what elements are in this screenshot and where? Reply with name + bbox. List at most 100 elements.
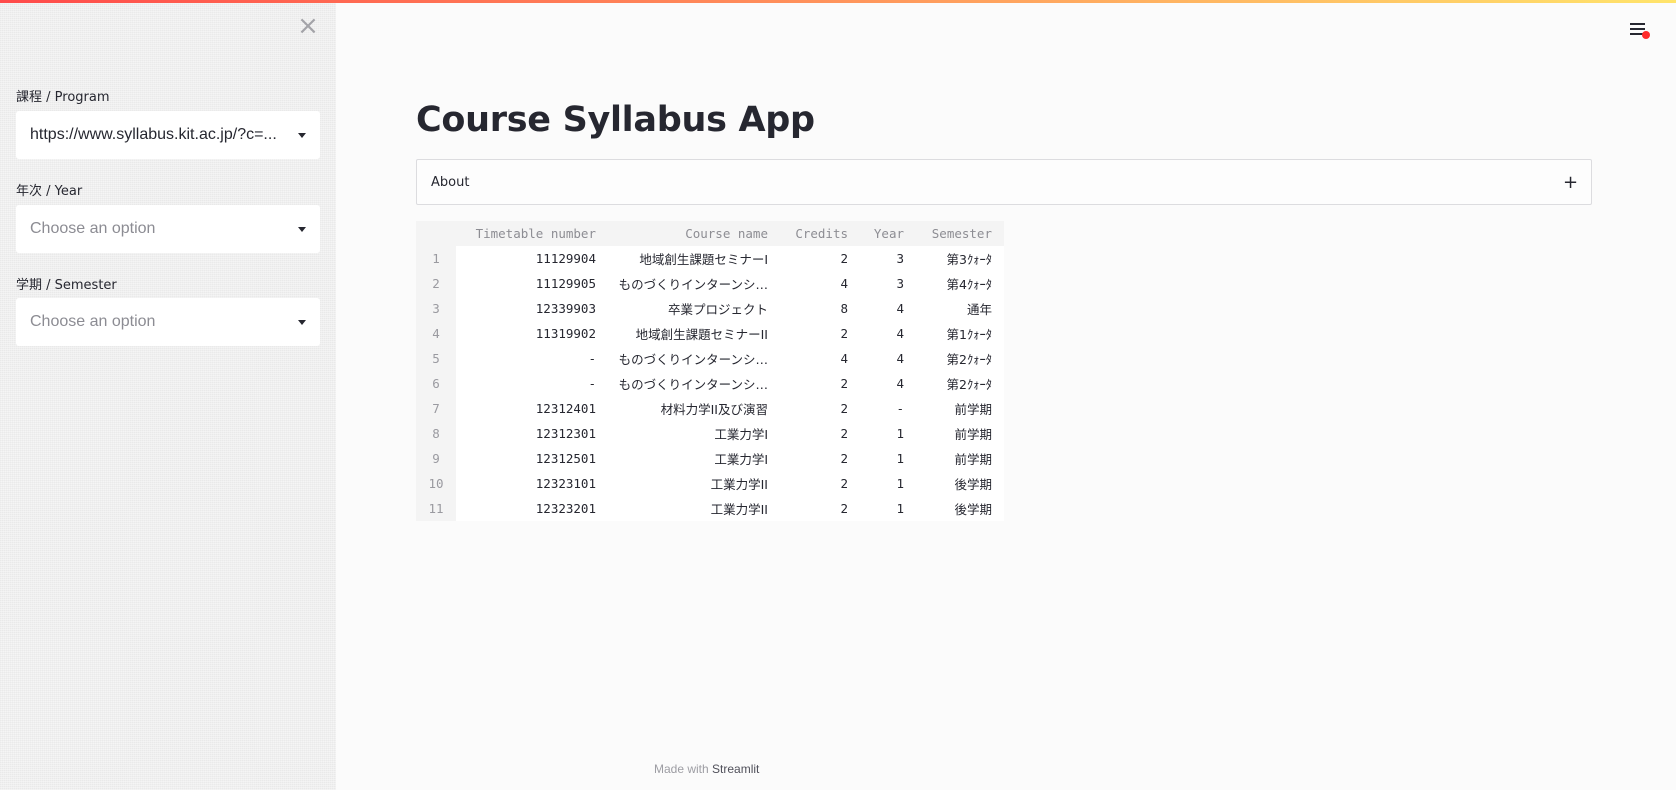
- streamlit-link[interactable]: Streamlit: [712, 762, 759, 776]
- table-row: 3 12339903 卒業プロジェクト 8 4 通年: [416, 296, 1004, 321]
- program-select-value: https://www.syllabus.kit.ac.jp/?c=...: [30, 126, 277, 143]
- cell-index[interactable]: 10: [416, 471, 456, 496]
- footer-prefix: Made with: [654, 762, 709, 776]
- cell-semester[interactable]: 第4ｸｫｰﾀ: [916, 271, 1004, 296]
- cell-course[interactable]: 工業力学II: [608, 471, 780, 496]
- index-header: [416, 221, 456, 246]
- cell-timetable[interactable]: 12339903: [456, 296, 608, 321]
- cell-year[interactable]: 1: [860, 496, 916, 521]
- cell-timetable[interactable]: 12312301: [456, 421, 608, 446]
- cell-course[interactable]: 工業力学II: [608, 496, 780, 521]
- cell-credits[interactable]: 2: [780, 321, 860, 346]
- column-header-course[interactable]: Course name: [608, 221, 780, 246]
- cell-year[interactable]: 1: [860, 421, 916, 446]
- table-row: 10 12323101 工業力学II 2 1 後学期: [416, 471, 1004, 496]
- table-row: 4 11319902 地域創生課題セミナーII 2 4 第1ｸｫｰﾀ: [416, 321, 1004, 346]
- cell-year[interactable]: 4: [860, 321, 916, 346]
- cell-course[interactable]: 卒業プロジェクト: [608, 296, 780, 321]
- year-select-placeholder: Choose an option: [30, 220, 156, 237]
- program-select[interactable]: https://www.syllabus.kit.ac.jp/?c=...: [16, 111, 320, 159]
- cell-timetable[interactable]: 12323201: [456, 496, 608, 521]
- cell-course[interactable]: 地域創生課題セミナーI: [608, 246, 780, 271]
- cell-course[interactable]: ものづくりインターンシ…: [608, 271, 780, 296]
- cell-timetable[interactable]: 11319902: [456, 321, 608, 346]
- cell-course[interactable]: 材料力学II及び演習: [608, 396, 780, 421]
- column-header-credits[interactable]: Credits: [780, 221, 860, 246]
- cell-timetable[interactable]: 12312401: [456, 396, 608, 421]
- cell-index[interactable]: 9: [416, 446, 456, 471]
- cell-credits[interactable]: 4: [780, 271, 860, 296]
- cell-course[interactable]: 工業力学I: [608, 446, 780, 471]
- cell-year[interactable]: 4: [860, 296, 916, 321]
- cell-semester[interactable]: 第2ｸｫｰﾀ: [916, 371, 1004, 396]
- table-row: 9 12312501 工業力学I 2 1 前学期: [416, 446, 1004, 471]
- semester-label: 学期 / Semester: [16, 278, 117, 293]
- cell-credits[interactable]: 2: [780, 421, 860, 446]
- column-header-timetable[interactable]: Timetable number: [456, 221, 608, 246]
- cell-semester[interactable]: 第1ｸｫｰﾀ: [916, 321, 1004, 346]
- course-dataframe[interactable]: Timetable number Course name Credits Yea…: [416, 221, 1004, 521]
- cell-semester[interactable]: 前学期: [916, 421, 1004, 446]
- cell-credits[interactable]: 8: [780, 296, 860, 321]
- cell-index[interactable]: 11: [416, 496, 456, 521]
- cell-index[interactable]: 3: [416, 296, 456, 321]
- cell-course[interactable]: ものづくりインターンシ…: [608, 346, 780, 371]
- year-select[interactable]: Choose an option: [16, 205, 320, 253]
- cell-credits[interactable]: 2: [780, 371, 860, 396]
- cell-index[interactable]: 1: [416, 246, 456, 271]
- column-header-semester[interactable]: Semester: [916, 221, 1004, 246]
- table-row: 8 12312301 工業力学I 2 1 前学期: [416, 421, 1004, 446]
- cell-course[interactable]: 工業力学I: [608, 421, 780, 446]
- cell-semester[interactable]: 第2ｸｫｰﾀ: [916, 346, 1004, 371]
- cell-timetable[interactable]: 11129905: [456, 271, 608, 296]
- plus-icon: +: [1563, 171, 1579, 193]
- cell-semester[interactable]: 通年: [916, 296, 1004, 321]
- year-label: 年次 / Year: [16, 184, 83, 199]
- chevron-down-icon: [298, 319, 306, 325]
- cell-index[interactable]: 2: [416, 271, 456, 296]
- cell-index[interactable]: 7: [416, 396, 456, 421]
- close-icon[interactable]: ×: [296, 13, 320, 39]
- cell-credits[interactable]: 2: [780, 446, 860, 471]
- cell-timetable[interactable]: 11129904: [456, 246, 608, 271]
- cell-year[interactable]: 1: [860, 471, 916, 496]
- table-row: 6- ものづくりインターンシ… 2 4 第2ｸｫｰﾀ: [416, 371, 1004, 396]
- semester-select-placeholder: Choose an option: [30, 313, 156, 330]
- cell-credits[interactable]: 2: [780, 396, 860, 421]
- cell-credits[interactable]: 2: [780, 496, 860, 521]
- cell-index[interactable]: 8: [416, 421, 456, 446]
- cell-year[interactable]: 3: [860, 271, 916, 296]
- cell-year[interactable]: 3: [860, 246, 916, 271]
- sidebar: × 課程 / Program https://www.syllabus.kit.…: [0, 0, 336, 790]
- cell-timetable[interactable]: 12323101: [456, 471, 608, 496]
- cell-semester[interactable]: 前学期: [916, 446, 1004, 471]
- cell-credits[interactable]: 4: [780, 346, 860, 371]
- table-row: 2 11129905 ものづくりインターンシ… 4 3 第4ｸｫｰﾀ: [416, 271, 1004, 296]
- cell-year[interactable]: 1: [860, 446, 916, 471]
- cell-timetable[interactable]: 12312501: [456, 446, 608, 471]
- cell-timetable[interactable]: -: [456, 371, 608, 396]
- hamburger-menu-icon[interactable]: [1628, 20, 1650, 40]
- cell-semester[interactable]: 後学期: [916, 471, 1004, 496]
- cell-year[interactable]: 4: [860, 346, 916, 371]
- cell-year[interactable]: -: [860, 396, 916, 421]
- cell-year[interactable]: 4: [860, 371, 916, 396]
- semester-select[interactable]: Choose an option: [16, 298, 320, 346]
- cell-index[interactable]: 5: [416, 346, 456, 371]
- chevron-down-icon: [298, 226, 306, 232]
- column-header-year[interactable]: Year: [860, 221, 916, 246]
- cell-semester[interactable]: 前学期: [916, 396, 1004, 421]
- cell-semester[interactable]: 後学期: [916, 496, 1004, 521]
- cell-course[interactable]: ものづくりインターンシ…: [608, 371, 780, 396]
- about-expander[interactable]: About +: [416, 159, 1592, 205]
- page-title: Course Syllabus App: [416, 100, 815, 140]
- table-row: 11 12323201 工業力学II 2 1 後学期: [416, 496, 1004, 521]
- cell-index[interactable]: 6: [416, 371, 456, 396]
- cell-course[interactable]: 地域創生課題セミナーII: [608, 321, 780, 346]
- cell-index[interactable]: 4: [416, 321, 456, 346]
- cell-credits[interactable]: 2: [780, 471, 860, 496]
- cell-credits[interactable]: 2: [780, 246, 860, 271]
- notification-dot: [1642, 31, 1650, 39]
- cell-semester[interactable]: 第3ｸｫｰﾀ: [916, 246, 1004, 271]
- cell-timetable[interactable]: -: [456, 346, 608, 371]
